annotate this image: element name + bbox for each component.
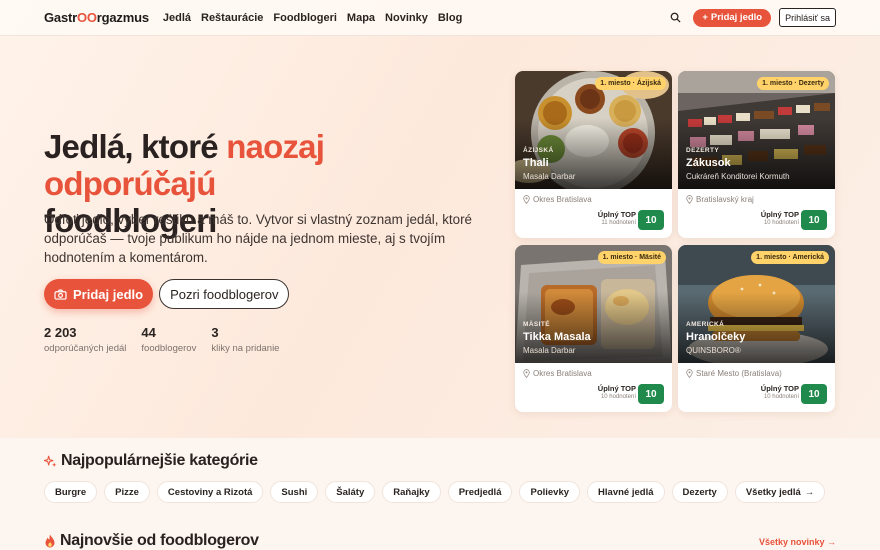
dish-location: Okres Bratislava bbox=[533, 369, 592, 378]
category-chip-burgre[interactable]: Burgre bbox=[44, 481, 98, 503]
dish-card-hranolceky[interactable]: 1. miesto · Americká AMERICKÁ Hranolčeky… bbox=[678, 245, 835, 412]
dish-category: ÁZIJSKÁ bbox=[523, 147, 554, 154]
category-chip-cestoviny[interactable]: Cestoviny a Rizotá bbox=[156, 481, 264, 503]
score-badge: 10 bbox=[801, 384, 827, 404]
score-badge: 10 bbox=[638, 210, 664, 230]
hero-add-dish-button[interactable]: Pridaj jedlo bbox=[44, 279, 154, 309]
dish-card-thali[interactable]: 1. miesto · Ázijská ÁZIJSKÁ Thali Masala… bbox=[515, 71, 672, 238]
rating-count: 10 hodnotení bbox=[763, 394, 799, 400]
dish-location: Staré Mesto (Bratislava) bbox=[696, 369, 782, 378]
rating-label: Úplný TOP bbox=[597, 384, 636, 393]
dish-category: MÄSITÉ bbox=[523, 321, 550, 328]
dish-title: Tikka Masala bbox=[523, 331, 591, 343]
category-chip-dezerty[interactable]: Dezerty bbox=[671, 481, 728, 503]
news-title: Najnovšie od foodblogerov bbox=[60, 532, 259, 549]
arrow-right-icon: → bbox=[827, 537, 836, 547]
all-news-link[interactable]: Všetky novinky → bbox=[759, 537, 836, 547]
rating-label: Úplný TOP bbox=[760, 384, 799, 393]
category-chip-sushi[interactable]: Sushi bbox=[270, 481, 319, 503]
stat-dishes: 2 203 odporúčaných jedál bbox=[44, 325, 127, 354]
fire-icon bbox=[45, 534, 55, 548]
sparkle-icon bbox=[44, 455, 57, 467]
nav-link-restauracie[interactable]: Reštaurácie bbox=[201, 12, 263, 24]
location-pin-icon bbox=[686, 369, 693, 378]
nav-link-mapa[interactable]: Mapa bbox=[347, 12, 375, 24]
search-icon bbox=[670, 12, 681, 23]
category-chip-hlavne-jedla[interactable]: Hlavné jedlá bbox=[587, 481, 665, 503]
score-badge: 10 bbox=[801, 210, 827, 230]
dish-card-zakusok[interactable]: 1. miesto · Dezerty DEZERTY Zákusok Cukr… bbox=[678, 71, 835, 238]
dish-title: Zákusok bbox=[686, 157, 731, 169]
restaurant-name: Cukráreň Konditorei Kormuth bbox=[686, 172, 790, 181]
hero-description: Odfoť jedlo, vyber reštiku a máš to. Vyt… bbox=[44, 212, 472, 265]
restaurant-name: Masala Darbar bbox=[523, 346, 576, 355]
rating-label: Úplný TOP bbox=[597, 210, 636, 219]
rating-count: 10 hodnotení bbox=[600, 394, 636, 400]
hero-add-dish-label: Pridaj jedlo bbox=[73, 286, 144, 302]
nav-add-dish-button[interactable]: + Pridaj jedlo bbox=[693, 8, 772, 27]
category-chip-polievky[interactable]: Polievky bbox=[519, 481, 581, 503]
score-badge: 10 bbox=[638, 384, 664, 404]
hero-stats: 2 203 odporúčaných jedál 44 foodblogerov 3… bbox=[44, 325, 279, 354]
nav-links: Jedlá Reštaurácie Foodblogeri Mapa Novin… bbox=[163, 12, 462, 24]
rank-badge: 1. miesto · Mäsité bbox=[597, 251, 666, 264]
categories-title: Najpopulárnejšie kategórie bbox=[61, 452, 258, 469]
nav-link-blog[interactable]: Blog bbox=[438, 12, 462, 24]
dish-card-tikka-masala[interactable]: 1. miesto · Mäsité MÄSITÉ Tikka Masala M… bbox=[515, 245, 672, 412]
category-chips: Burgre Pizze Cestoviny a Rizotá Sushi Ša… bbox=[44, 481, 826, 503]
location-pin-icon bbox=[523, 369, 530, 378]
category-chip-predjedla[interactable]: Predjedlá bbox=[447, 481, 513, 503]
plus-icon: + bbox=[702, 12, 708, 23]
rank-badge: 1. miesto · Dezerty bbox=[757, 77, 829, 90]
nav-link-foodblogeri[interactable]: Foodblogeri bbox=[273, 12, 337, 24]
category-chip-salaty[interactable]: Šaláty bbox=[325, 481, 376, 503]
location-pin-icon bbox=[686, 195, 693, 204]
news-heading: Najnovšie od foodblogerov bbox=[44, 532, 259, 550]
restaurant-name: Masala Darbar bbox=[523, 172, 576, 181]
nav-link-novinky[interactable]: Novinky bbox=[385, 12, 428, 24]
dish-location: Okres Bratislava bbox=[533, 195, 592, 204]
all-dishes-label: Všetky jedlá bbox=[745, 486, 801, 498]
nav-add-dish-label: Pridaj jedlo bbox=[710, 12, 763, 23]
dish-category: DEZERTY bbox=[686, 147, 720, 154]
category-chip-pizze[interactable]: Pizze bbox=[104, 481, 150, 503]
dish-location: Bratislavský kraj bbox=[696, 195, 754, 204]
rating-count: 10 hodnotení bbox=[763, 220, 799, 226]
stat-foodbloggers: 44 foodblogerov bbox=[141, 325, 197, 354]
login-button[interactable]: Prihlásiť sa bbox=[779, 8, 836, 27]
view-foodbloggers-button[interactable]: Pozri foodblogerov bbox=[159, 279, 290, 309]
category-chip-ranajky[interactable]: Raňajky bbox=[382, 481, 441, 503]
location-pin-icon bbox=[523, 195, 530, 204]
rank-badge: 1. miesto · Americká bbox=[751, 251, 829, 264]
rating-label: Úplný TOP bbox=[760, 210, 799, 219]
rank-badge: 1. miesto · Ázijská bbox=[595, 77, 666, 90]
dish-category: AMERICKÁ bbox=[686, 321, 725, 328]
rating-count: 11 hodnotení bbox=[601, 220, 636, 226]
stat-clicks: 3 kliky na pridanie bbox=[211, 325, 280, 354]
dish-title: Thali bbox=[523, 157, 549, 169]
search-button[interactable] bbox=[665, 8, 685, 28]
all-dishes-chip[interactable]: Všetky jedlá → bbox=[734, 481, 826, 503]
restaurant-name: QUINSBORO® bbox=[686, 346, 741, 355]
categories-heading: Najpopulárnejšie kategórie bbox=[44, 452, 258, 470]
logo[interactable]: GastrOOrgazmus bbox=[44, 10, 149, 25]
top-nav: GastrOOrgazmus Jedlá Reštaurácie Foodblo… bbox=[0, 0, 880, 36]
nav-link-jedla[interactable]: Jedlá bbox=[163, 12, 191, 24]
camera-icon bbox=[54, 289, 67, 300]
dish-title: Hranolčeky bbox=[686, 331, 746, 343]
arrow-right-icon: → bbox=[804, 486, 815, 498]
